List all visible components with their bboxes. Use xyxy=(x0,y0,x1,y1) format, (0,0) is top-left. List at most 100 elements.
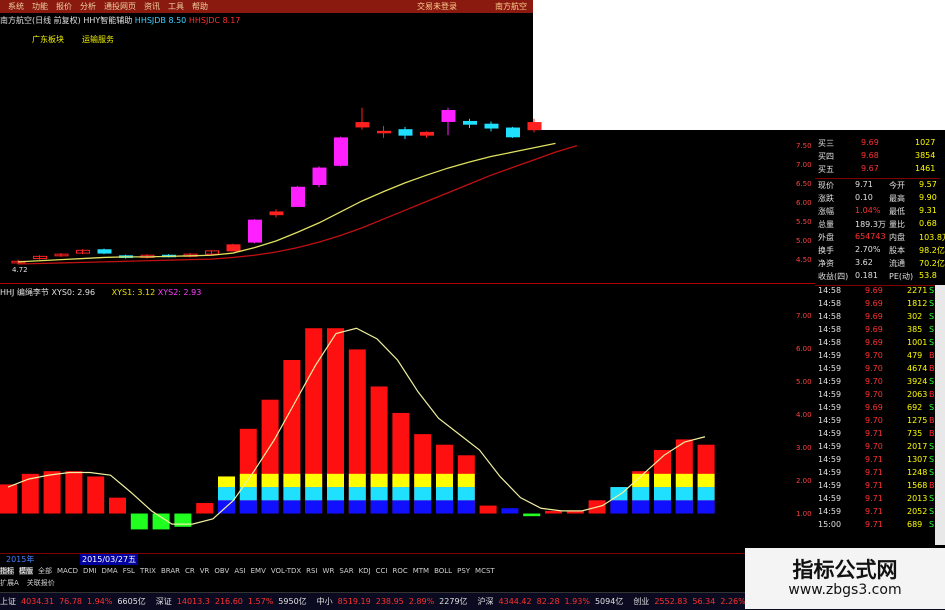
indicator-tab[interactable]: FSL xyxy=(123,567,135,575)
index-change: 56.34 xyxy=(692,597,716,606)
stat-label: 涨幅 xyxy=(818,207,834,216)
indicator-tab[interactable]: 指标 xyxy=(0,567,14,575)
stat-label-b: 最低 xyxy=(889,207,905,216)
xys2-value: XYS2: 2.93 xyxy=(157,288,202,297)
stat-value-b: 53.8 xyxy=(919,271,937,280)
menu-item-1[interactable]: 功能 xyxy=(32,1,48,12)
indicator-tab[interactable]: ROC xyxy=(392,567,407,575)
bid-label: 买三 xyxy=(818,139,834,148)
indicator-bar xyxy=(654,450,671,514)
indicator-bar xyxy=(675,439,693,514)
indicator-tab[interactable]: RSI xyxy=(306,567,317,575)
indicator-tab[interactable]: KDJ xyxy=(359,567,371,575)
tick-side: S xyxy=(929,507,935,516)
indicator-tab[interactable]: DMA xyxy=(101,567,117,575)
indicator-tab[interactable]: 全部 xyxy=(38,567,52,575)
indicator-tab[interactable]: TRIX xyxy=(140,567,156,575)
tick-volume: 2271 xyxy=(907,286,928,295)
indicator-tick: 2.00 xyxy=(796,477,812,485)
index-value: 4344.42 xyxy=(498,597,532,606)
index-pct: 1.94% xyxy=(87,597,113,606)
tick-volume: 2017 xyxy=(907,442,928,451)
candle xyxy=(205,250,219,255)
stat-value-b: 0.68 xyxy=(919,219,937,228)
price-tick: 6.50 xyxy=(796,180,812,188)
candle xyxy=(226,243,241,252)
sub-tab[interactable]: 关联报价 xyxy=(27,579,55,587)
indicator-axis: 7.00 6.00 5.00 4.00 3.00 2.00 1.00 xyxy=(790,300,815,540)
indicator-bar xyxy=(43,471,61,514)
stat-label-b: 流通 xyxy=(889,259,905,268)
index-value: 2552.83 xyxy=(654,597,688,606)
quote-panel: 买三 9.69 1027 买四 9.68 3854 买五 9.67 1461 现价 9.71 今开 9.… xyxy=(815,130,945,545)
tick-row: 14:58 9.69 1812 S xyxy=(815,299,940,312)
tick-volume: 2013 xyxy=(907,494,928,503)
indicator-tab[interactable]: MACD xyxy=(57,567,78,575)
menu-item-7[interactable]: 帮助 xyxy=(192,1,208,12)
indicator-tab[interactable]: VR xyxy=(200,567,210,575)
tick-side: S xyxy=(929,455,935,464)
indicator-tab[interactable]: ASI xyxy=(234,567,245,575)
sector-tag[interactable]: 广东板块 xyxy=(32,35,64,44)
menu-item-3[interactable]: 分析 xyxy=(80,1,96,12)
menu-item-5[interactable]: 资讯 xyxy=(144,1,160,12)
index-pct: 1.93% xyxy=(564,597,590,606)
indicator-bar xyxy=(697,444,715,514)
indicator-tab[interactable]: SAR xyxy=(339,567,353,575)
tick-row: 14:59 9.71 1568 B xyxy=(815,481,940,494)
tick-volume: 2063 xyxy=(907,390,928,399)
price-tick: 5.00 xyxy=(796,237,812,245)
tick-time: 14:59 xyxy=(818,351,842,360)
stat-label: 总量 xyxy=(818,220,834,229)
scrollbar[interactable] xyxy=(935,285,945,545)
indicator-tab[interactable]: PSY xyxy=(457,567,470,575)
indicator-tab[interactable]: MCST xyxy=(475,567,495,575)
tick-volume: 735 xyxy=(907,429,923,438)
xys0-value: XYS0: 2.96 xyxy=(51,288,96,297)
quote-divider xyxy=(815,178,940,179)
tick-volume: 2052 xyxy=(907,507,928,516)
stat-row: 收益(四) 0.181 PE(动) 53.8 xyxy=(815,271,940,284)
indicator-tab[interactable]: BOLL xyxy=(434,567,452,575)
index-value: 4034.31 xyxy=(21,597,55,606)
menu-item-2[interactable]: 报价 xyxy=(56,1,72,12)
indicator-tab[interactable]: BRAR xyxy=(161,567,180,575)
indicator-tab[interactable]: CR xyxy=(185,567,195,575)
indicator-bar xyxy=(392,412,410,514)
tick-volume: 3924 xyxy=(907,377,928,386)
bid-price: 9.69 xyxy=(861,138,879,147)
tick-price: 9.71 xyxy=(865,468,883,477)
indicator-tab[interactable]: OBV xyxy=(214,567,229,575)
indicator-tab[interactable]: CCI xyxy=(376,567,388,575)
ind2-value: HHSJDC 8.17 xyxy=(188,16,241,25)
candle xyxy=(484,121,499,132)
menu-item-4[interactable]: 通投网页 xyxy=(104,1,136,12)
tick-price: 9.69 xyxy=(865,299,883,308)
tick-side: S xyxy=(929,377,935,386)
indicator-tab[interactable]: VOL-TDX xyxy=(271,567,301,575)
tick-row: 14:59 9.71 735 B xyxy=(815,429,940,442)
sector-tag[interactable]: 运输服务 xyxy=(82,35,114,44)
indicator-tab[interactable]: DMI xyxy=(83,567,97,575)
tick-row: 15:00 9.71 689 S xyxy=(815,520,940,533)
candle xyxy=(248,219,262,244)
indicator-tab[interactable]: 模版 xyxy=(19,567,33,575)
tick-time: 14:59 xyxy=(818,442,842,451)
indicator-tab[interactable]: EMV xyxy=(251,567,266,575)
tick-time: 14:59 xyxy=(818,468,842,477)
indicator-tab[interactable]: MTM xyxy=(413,567,429,575)
stat-value: 9.71 xyxy=(855,180,873,189)
date-year: 2015年 xyxy=(6,555,35,564)
sub-tab[interactable]: 扩展A xyxy=(0,579,19,587)
index-pct: 1.57% xyxy=(247,597,274,606)
indicator-chart xyxy=(0,327,715,530)
bid-price: 9.67 xyxy=(861,164,879,173)
stat-value: 189.3万 xyxy=(855,220,886,229)
indicator-bar xyxy=(65,471,83,514)
menu-item-0[interactable]: 系统 xyxy=(8,1,24,12)
menu-item-6[interactable]: 工具 xyxy=(168,1,184,12)
indicator-tab[interactable]: WR xyxy=(323,567,335,575)
tick-side: S xyxy=(929,403,935,412)
login-status[interactable]: 交易未登录 xyxy=(417,1,457,12)
index-label: 深证 xyxy=(155,597,172,606)
